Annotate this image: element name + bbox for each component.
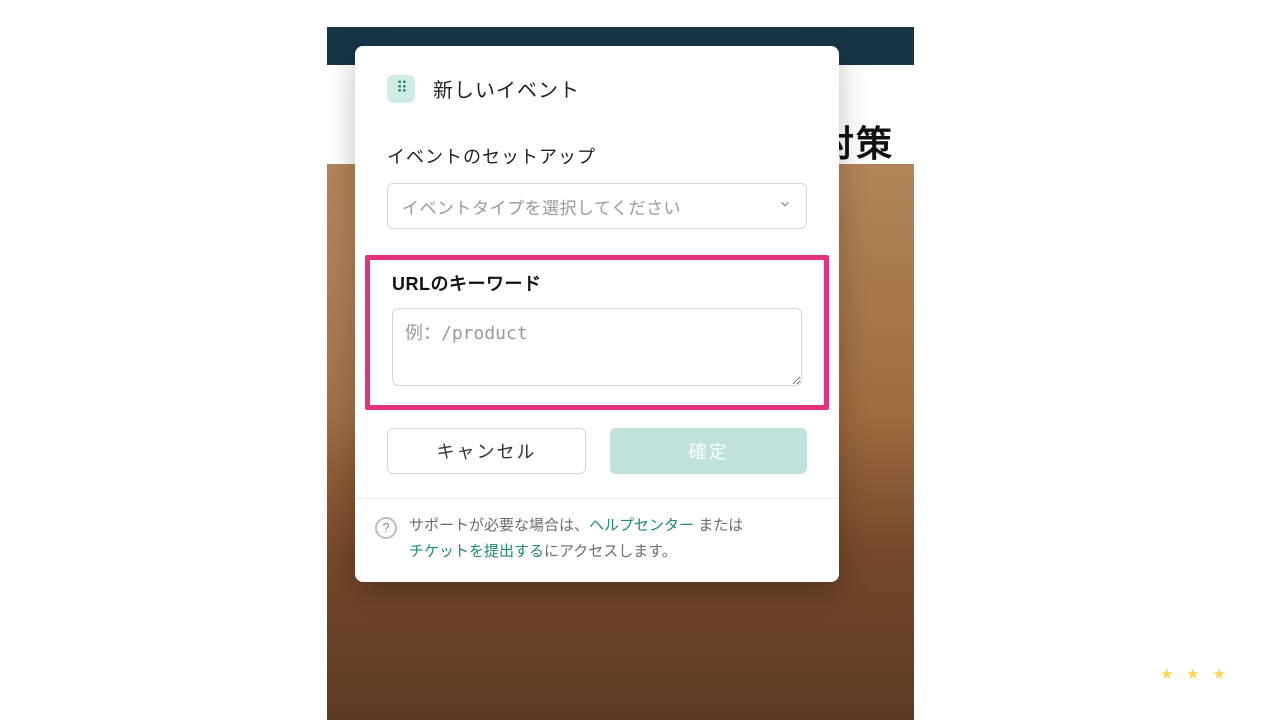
help-center-link[interactable]: ヘルプセンター <box>589 517 694 534</box>
url-keyword-label: URLのキーワード <box>392 270 802 296</box>
modal-title-row: ⠿ 新しいイベント <box>387 74 807 103</box>
new-event-modal: ⠿ 新しいイベント イベントのセットアップ イベントタイプを選択してください U… <box>355 46 839 582</box>
event-type-select-placeholder: イベントタイプを選択してください <box>402 194 681 219</box>
url-keyword-highlight-box: URLのキーワード <box>365 255 829 410</box>
footer-text-1: サポートが必要な場合は、 <box>409 517 589 534</box>
brand-text: 集まる集客 <box>1126 680 1266 710</box>
modal-button-row: キャンセル 確定 <box>387 428 807 474</box>
modal-title: 新しいイベント <box>433 74 580 103</box>
help-icon: ? <box>375 517 397 539</box>
cancel-button[interactable]: キャンセル <box>387 428 586 474</box>
modal-footer: ? サポートが必要な場合は、ヘルプセンター または チケットを提出するにアクセス… <box>355 498 839 582</box>
stage: 対策 ⠿ 新しいイベント イベントのセットアップ イベントタイプを選択してくださ… <box>0 0 1280 720</box>
footer-text: サポートが必要な場合は、ヘルプセンター または チケットを提出するにアクセスしま… <box>409 513 743 564</box>
brand-badge: ★ ★ ★ 集まる集客 <box>1126 667 1266 712</box>
chevron-down-icon <box>778 196 792 216</box>
submit-ticket-link[interactable]: チケットを提出する <box>409 543 544 560</box>
url-keyword-input[interactable] <box>392 308 802 386</box>
footer-text-3: にアクセスします。 <box>544 543 677 560</box>
confirm-button[interactable]: 確定 <box>610 428 807 474</box>
star-icon: ★ ★ ★ <box>1126 667 1266 681</box>
footer-text-2: または <box>694 517 743 534</box>
event-setup-label: イベントのセットアップ <box>387 143 807 169</box>
grid-dots-icon: ⠿ <box>387 75 415 103</box>
event-type-select[interactable]: イベントタイプを選択してください <box>387 183 807 229</box>
